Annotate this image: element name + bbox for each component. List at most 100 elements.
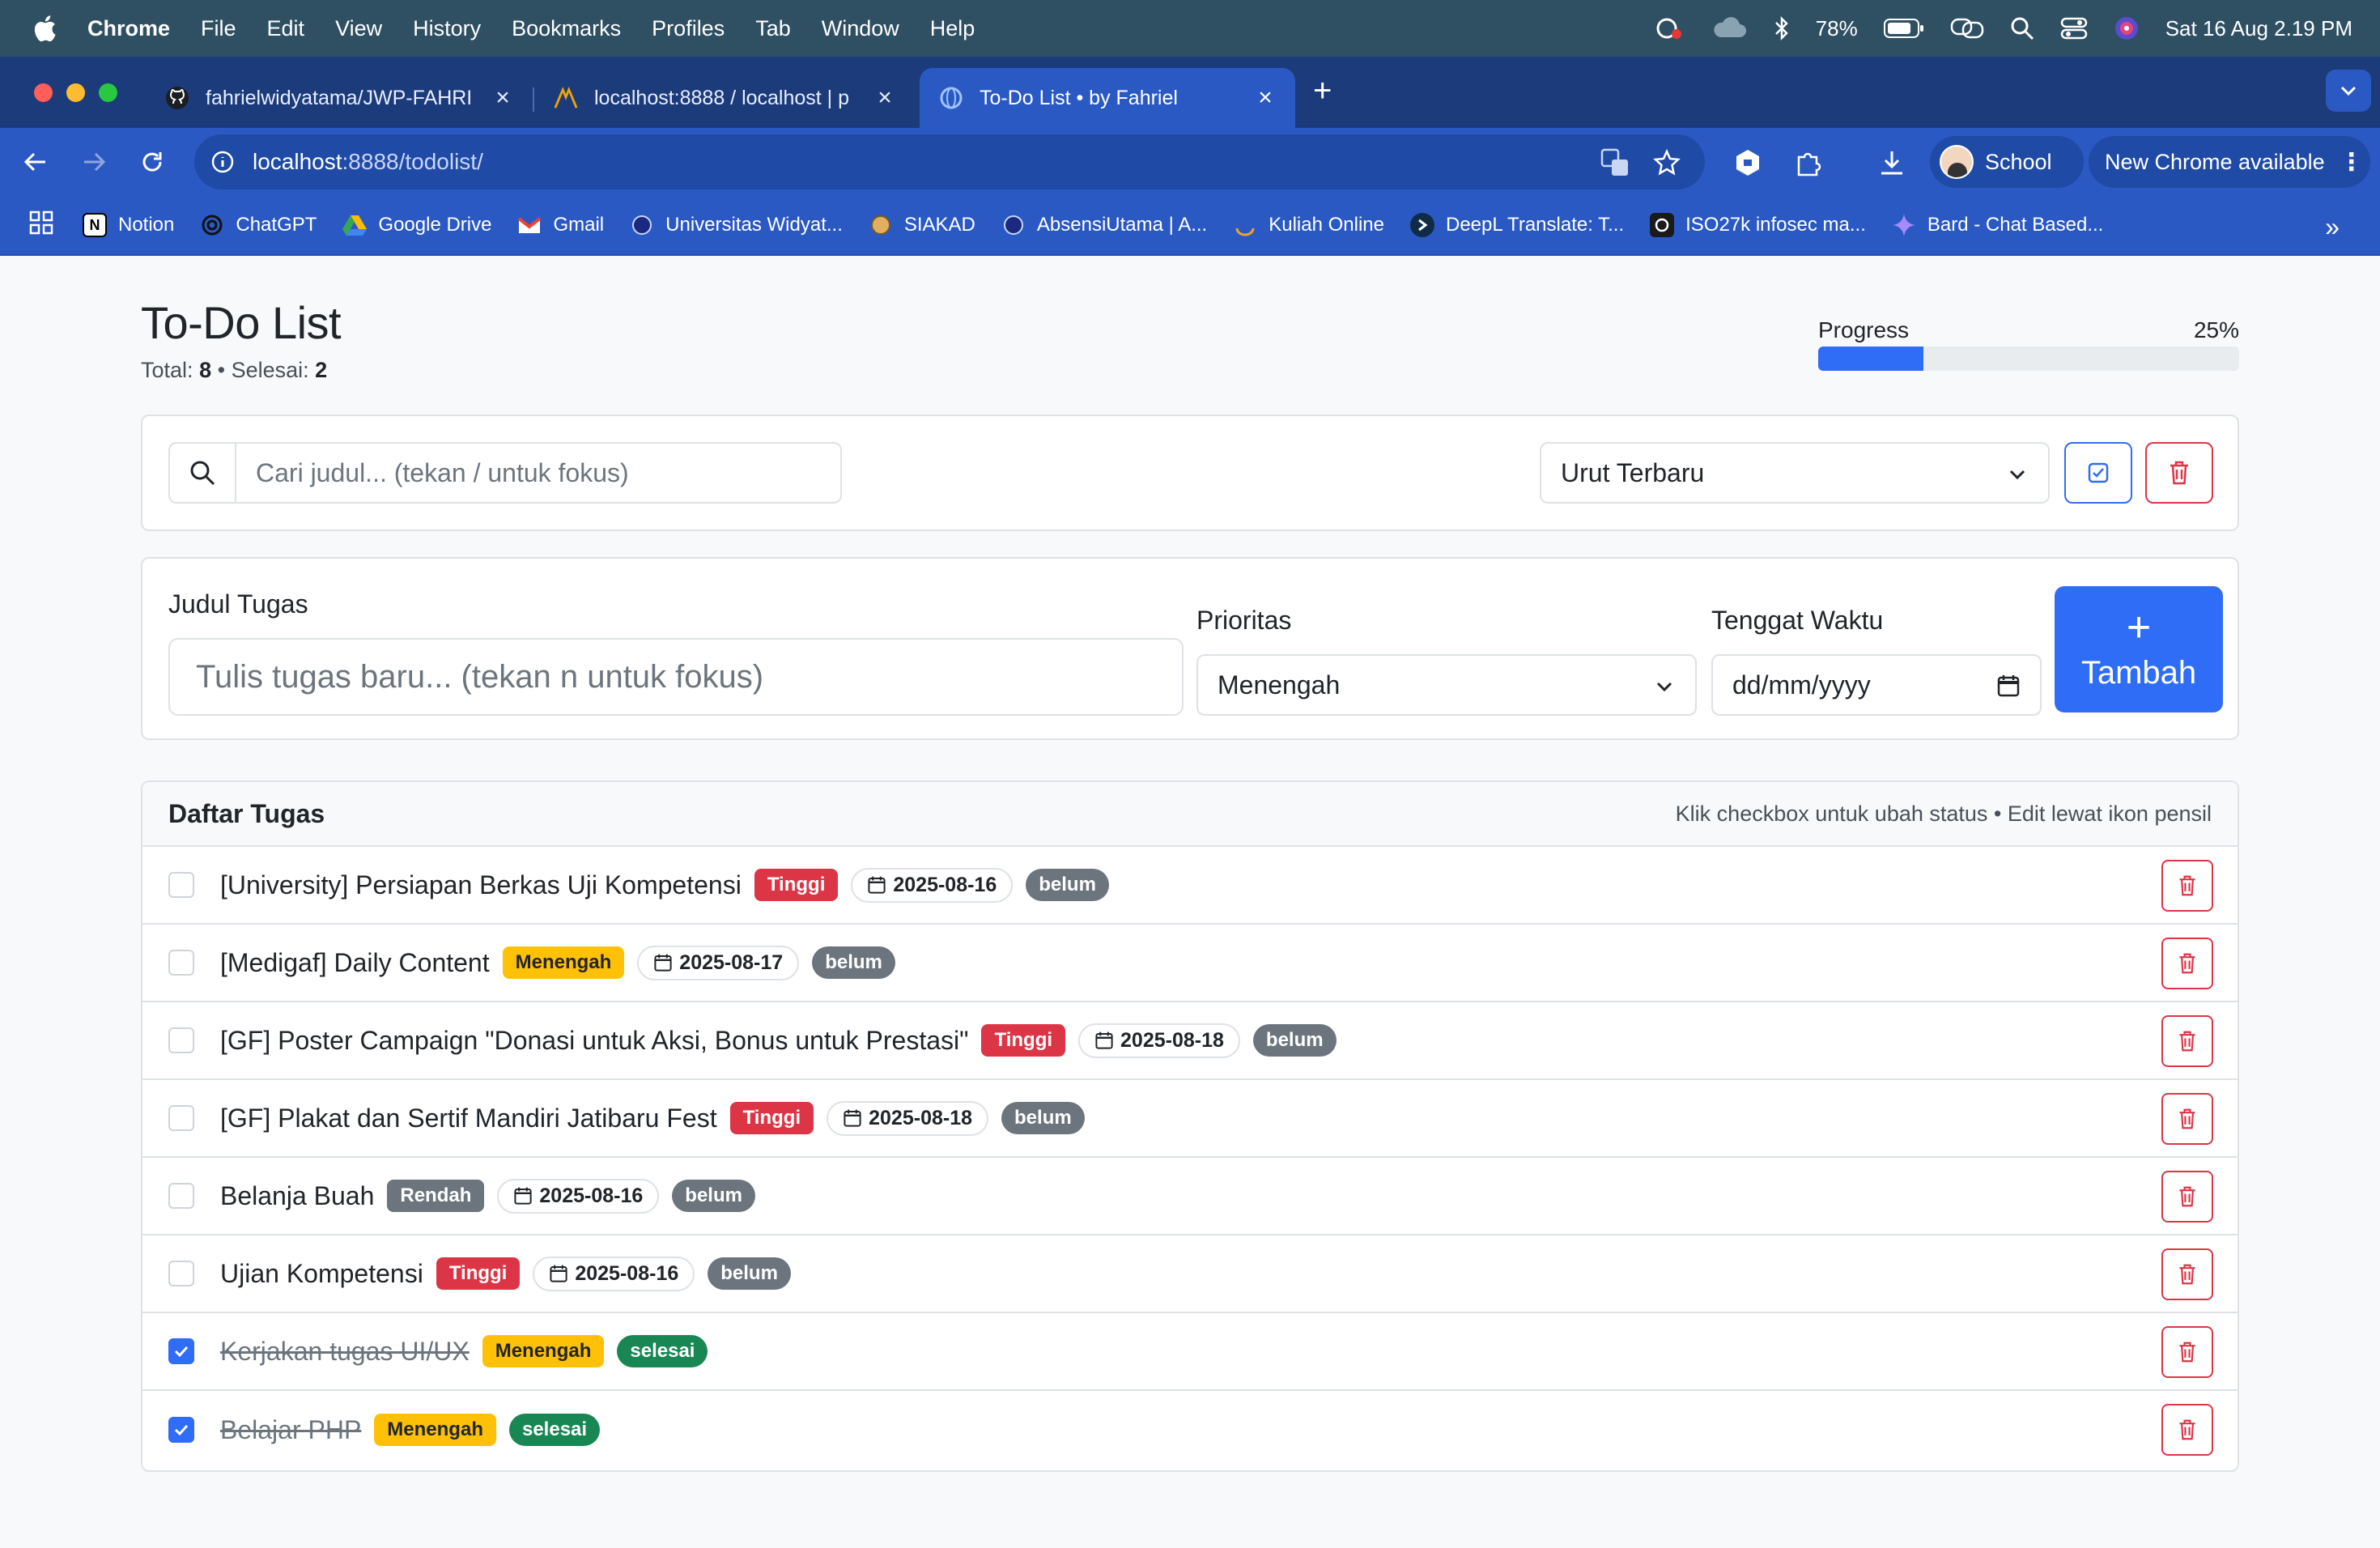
task-checkbox[interactable] bbox=[168, 950, 194, 976]
window-zoom-button[interactable] bbox=[99, 83, 117, 102]
window-close-button[interactable] bbox=[34, 83, 53, 102]
extensions-puzzle-icon[interactable] bbox=[1792, 147, 1823, 178]
bookmark-deepl[interactable]: DeepL Translate: T... bbox=[1409, 213, 1624, 237]
bookmark-iso27k[interactable]: ISO27k infosec ma... bbox=[1650, 213, 1866, 237]
new-chrome-available-button[interactable]: New Chrome available ⋮ bbox=[2089, 136, 2370, 188]
apple-icon[interactable] bbox=[32, 15, 57, 42]
profile-button[interactable]: School bbox=[1930, 136, 2084, 188]
due-date-badge: 2025-08-18 bbox=[1078, 1023, 1240, 1058]
bookmark-chatgpt[interactable]: ChatGPT bbox=[200, 213, 317, 237]
tab-close-icon[interactable]: × bbox=[1255, 84, 1276, 112]
bookmark-notion[interactable]: N Notion bbox=[83, 213, 174, 237]
menu-bookmarks[interactable]: Bookmarks bbox=[512, 16, 621, 41]
site-info-icon[interactable] bbox=[209, 148, 236, 176]
due-date-text: 2025-08-16 bbox=[539, 1184, 644, 1207]
creative-cloud-icon[interactable] bbox=[1652, 16, 1685, 40]
calendar-icon bbox=[514, 1187, 532, 1205]
delete-task-button[interactable] bbox=[2161, 1248, 2213, 1300]
bookmark-siakad[interactable]: SIAKAD bbox=[869, 213, 975, 237]
delete-task-button[interactable] bbox=[2161, 1326, 2213, 1378]
deadline-date-input[interactable]: dd/mm/yyyy bbox=[1711, 654, 2042, 716]
bookmark-google-drive[interactable]: Google Drive bbox=[342, 213, 491, 237]
delete-task-button[interactable] bbox=[2161, 1171, 2213, 1223]
screen-mirroring-icon[interactable] bbox=[1950, 16, 1984, 40]
window-minimize-button[interactable] bbox=[66, 83, 85, 102]
tab-github[interactable]: fahrielwidyatama/JWP-FAHRI × bbox=[146, 68, 533, 128]
bookmark-universitas[interactable]: Universitas Widyat... bbox=[630, 213, 843, 237]
menu-view[interactable]: View bbox=[335, 16, 382, 41]
bookmark-kuliah-online[interactable]: Kuliah Online bbox=[1233, 213, 1384, 237]
bluetooth-icon[interactable] bbox=[1774, 15, 1790, 41]
bookmark-label: Google Drive bbox=[378, 214, 492, 236]
menu-window[interactable]: Window bbox=[822, 16, 899, 41]
siri-icon[interactable] bbox=[2114, 15, 2140, 41]
task-checkbox[interactable] bbox=[168, 1417, 194, 1443]
calendar-icon[interactable] bbox=[1996, 674, 2021, 698]
mark-all-done-button[interactable] bbox=[2064, 442, 2132, 504]
menu-tab[interactable]: Tab bbox=[755, 16, 791, 41]
task-title: Kerjakan tugas UI/UX bbox=[220, 1336, 470, 1366]
deadline-label: Tenggat Waktu bbox=[1711, 606, 1884, 635]
delete-task-button[interactable] bbox=[2161, 1015, 2213, 1067]
battery-icon[interactable] bbox=[1883, 18, 1924, 39]
extension-hex-icon[interactable] bbox=[1732, 147, 1763, 178]
reload-icon[interactable] bbox=[136, 146, 168, 178]
bookmark-star-icon[interactable] bbox=[1651, 147, 1682, 178]
delete-task-button[interactable] bbox=[2161, 860, 2213, 912]
status-badge: belum bbox=[708, 1257, 791, 1290]
bookmark-gmail[interactable]: Gmail bbox=[517, 213, 604, 237]
delete-task-button[interactable] bbox=[2161, 938, 2213, 989]
bookmarks-overflow-icon[interactable]: » bbox=[2325, 212, 2340, 242]
menu-edit[interactable]: Edit bbox=[267, 16, 305, 41]
back-arrow-icon[interactable] bbox=[19, 146, 52, 178]
cloud-icon[interactable] bbox=[1711, 16, 1748, 40]
avatar bbox=[1940, 145, 1974, 179]
task-checkbox[interactable] bbox=[168, 1027, 194, 1053]
tab-close-icon[interactable]: × bbox=[874, 84, 895, 112]
priority-select[interactable]: Menengah bbox=[1196, 654, 1697, 716]
menu-history[interactable]: History bbox=[413, 16, 481, 41]
bookmark-bard[interactable]: Bard - Chat Based... bbox=[1892, 213, 2103, 237]
task-checkbox[interactable] bbox=[168, 1105, 194, 1131]
sort-select[interactable]: Urut Terbaru bbox=[1540, 442, 2050, 504]
task-list: [University] Persiapan Berkas Uji Kompet… bbox=[142, 847, 2238, 1469]
add-task-button[interactable]: + Tambah bbox=[2055, 586, 2223, 712]
task-title: [GF] Poster Campaign "Donasi untuk Aksi,… bbox=[220, 1025, 969, 1055]
task-checkbox[interactable] bbox=[168, 1338, 194, 1364]
task-checkbox[interactable] bbox=[168, 1183, 194, 1209]
forward-arrow-icon[interactable] bbox=[78, 146, 110, 178]
bookmark-absensi[interactable]: AbsensiUtama | A... bbox=[1001, 213, 1207, 237]
task-checkbox[interactable] bbox=[168, 1261, 194, 1286]
calendar-icon bbox=[550, 1265, 567, 1282]
tab-close-icon[interactable]: × bbox=[492, 84, 513, 112]
address-bar[interactable]: localhost:8888/todolist/ bbox=[194, 134, 1705, 189]
download-icon[interactable] bbox=[1876, 147, 1907, 178]
tab-phpmyadmin[interactable]: localhost:8888 / localhost | p × bbox=[534, 68, 915, 128]
menu-help[interactable]: Help bbox=[930, 16, 975, 41]
menubar-clock[interactable]: Sat 16 Aug 2.19 PM bbox=[2165, 16, 2352, 41]
search-input[interactable] bbox=[236, 444, 840, 502]
spotlight-search-icon[interactable] bbox=[2010, 16, 2034, 40]
control-center-icon[interactable] bbox=[2060, 16, 2088, 40]
delete-task-button[interactable] bbox=[2161, 1404, 2213, 1456]
status-badge: belum bbox=[1026, 869, 1109, 901]
chevron-down-icon bbox=[1656, 682, 1672, 692]
menu-profiles[interactable]: Profiles bbox=[652, 16, 725, 41]
menu-file[interactable]: File bbox=[201, 16, 236, 41]
delete-completed-button[interactable] bbox=[2145, 442, 2213, 504]
total-label: Total: bbox=[141, 358, 193, 382]
task-checkbox[interactable] bbox=[168, 872, 194, 898]
new-tab-icon[interactable]: + bbox=[1313, 73, 1332, 109]
tab-search-chevron-icon[interactable] bbox=[2326, 70, 2371, 112]
trash-icon bbox=[2179, 953, 2195, 974]
bookmark-label: Bard - Chat Based... bbox=[1927, 214, 2104, 236]
menu-app-name[interactable]: Chrome bbox=[87, 16, 170, 41]
apps-grid-icon[interactable] bbox=[29, 211, 53, 240]
priority-badge: Tinggi bbox=[729, 1102, 814, 1134]
tab-todolist[interactable]: To-Do List • by Fahriel × bbox=[920, 68, 1295, 128]
task-title-input[interactable]: Tulis tugas baru... (tekan n untuk fokus… bbox=[168, 638, 1184, 716]
priority-badge: Menengah bbox=[502, 946, 625, 979]
delete-task-button[interactable] bbox=[2161, 1093, 2213, 1145]
translate-icon[interactable] bbox=[1600, 147, 1630, 178]
more-vert-icon[interactable]: ⋮ bbox=[2340, 148, 2364, 176]
